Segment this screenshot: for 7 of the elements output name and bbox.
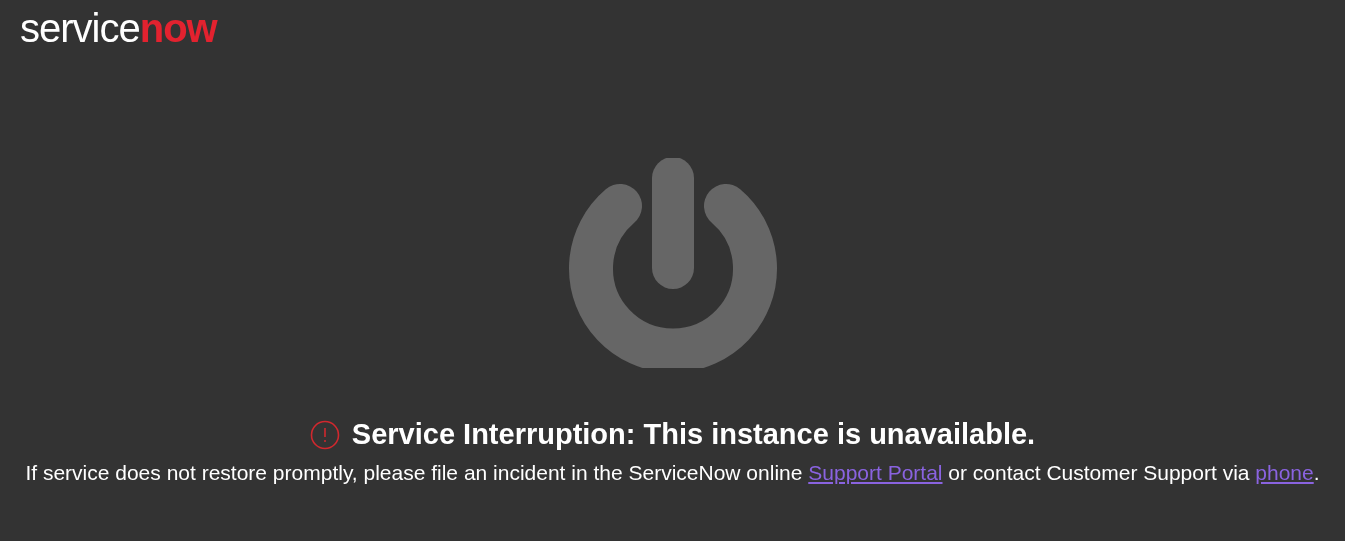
power-icon bbox=[567, 158, 778, 368]
error-icon bbox=[309, 419, 340, 450]
phone-link[interactable]: phone bbox=[1255, 461, 1314, 484]
support-message: If service does not restore promptly, please file an incident in the ServiceNow online Support Portal or contact Customer Support via phone. bbox=[24, 460, 1321, 486]
error-title: Service Interruption: This instance is unavailable. bbox=[351, 418, 1036, 451]
logo: servicenow bbox=[20, 10, 217, 46]
support-portal-link[interactable]: Support Portal bbox=[808, 461, 943, 484]
